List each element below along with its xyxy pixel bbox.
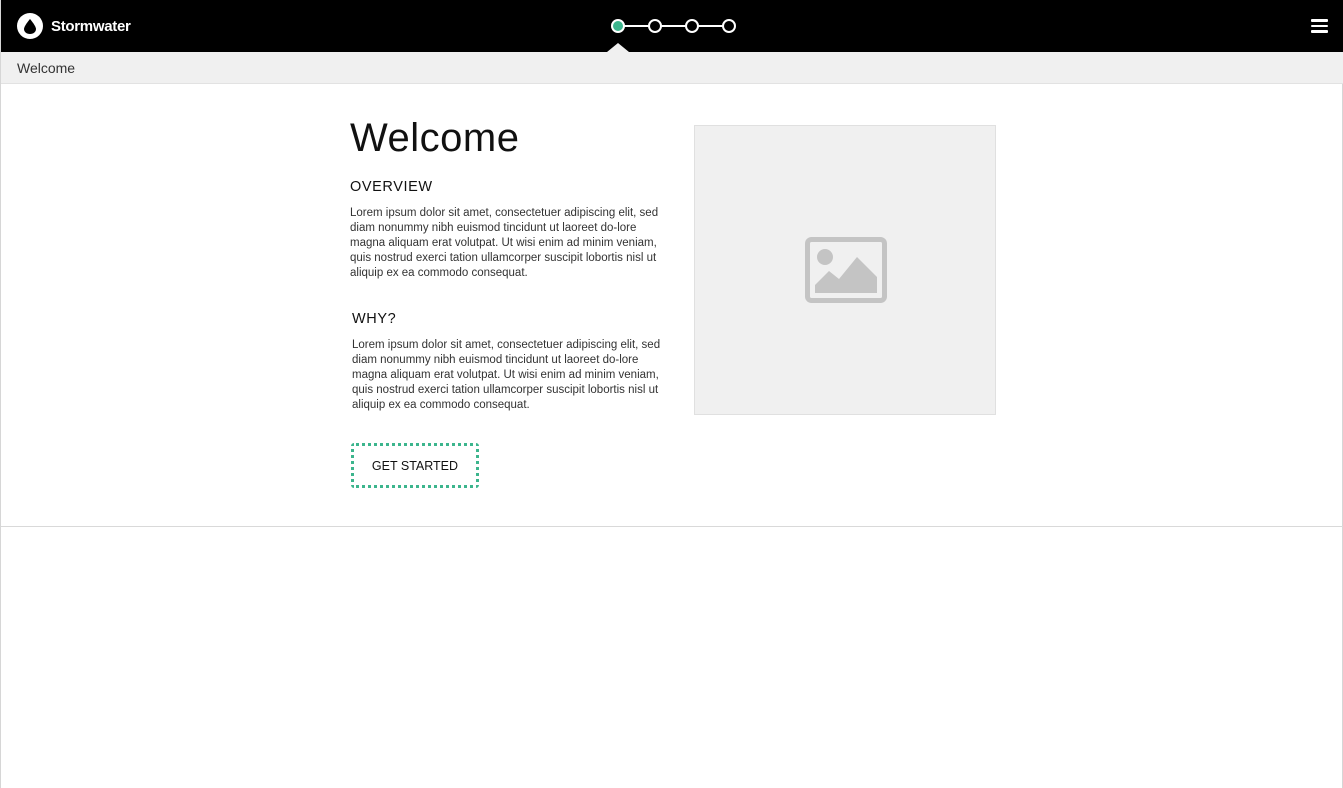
overview-text: Lorem ipsum dolor sit amet, consectetuer… bbox=[350, 207, 659, 279]
image-placeholder-icon bbox=[805, 237, 887, 308]
why-heading: WHY? bbox=[352, 311, 397, 327]
brand-link[interactable]: Stormwater bbox=[17, 13, 131, 39]
water-drop-icon bbox=[17, 13, 43, 39]
current-step-pointer bbox=[607, 43, 629, 52]
page-title: Welcome bbox=[350, 116, 520, 160]
step-connector bbox=[697, 25, 723, 27]
breadcrumb-current: Welcome bbox=[17, 60, 76, 76]
section-divider bbox=[1, 526, 1343, 527]
step-3-dot[interactable] bbox=[685, 19, 699, 33]
get-started-button[interactable]: GET STARTED bbox=[351, 443, 479, 488]
step-1-dot[interactable] bbox=[611, 19, 625, 33]
page: Stormwater Welcome Welcome OVERVIEW Lore… bbox=[0, 0, 1343, 788]
progress-stepper bbox=[611, 19, 736, 33]
app-name: Stormwater bbox=[51, 17, 131, 35]
overview-heading: OVERVIEW bbox=[350, 179, 433, 195]
step-4-dot[interactable] bbox=[722, 19, 736, 33]
step-connector bbox=[623, 25, 649, 27]
step-connector bbox=[660, 25, 686, 27]
image-placeholder bbox=[694, 125, 996, 415]
top-bar: Stormwater bbox=[1, 0, 1343, 52]
breadcrumb: Welcome bbox=[1, 52, 1343, 84]
step-2-dot[interactable] bbox=[648, 19, 662, 33]
hamburger-menu-icon[interactable] bbox=[1311, 19, 1328, 33]
why-text: Lorem ipsum dolor sit amet, consectetuer… bbox=[352, 339, 661, 411]
